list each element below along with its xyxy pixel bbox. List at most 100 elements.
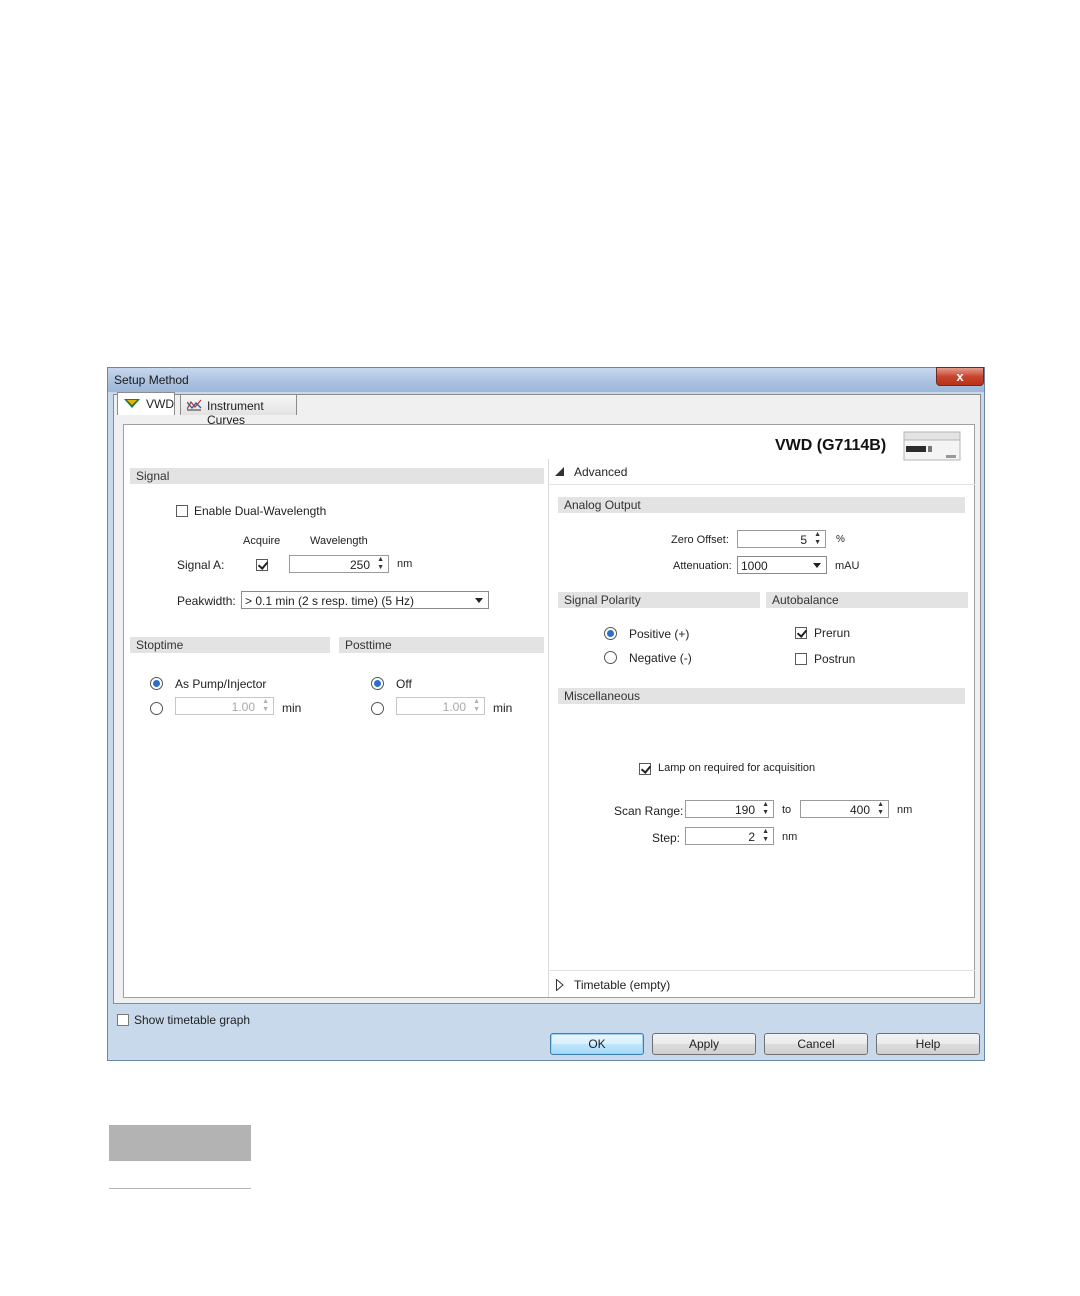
- peakwidth-select[interactable]: > 0.1 min (2 s resp. time) (5 Hz): [241, 591, 489, 609]
- lamp-required-checkbox[interactable]: [639, 763, 651, 775]
- close-button[interactable]: x: [936, 367, 984, 386]
- peakwidth-label: Peakwidth:: [177, 594, 236, 608]
- stoptime-header: Stoptime: [130, 637, 330, 653]
- prerun-label: Prerun: [814, 626, 851, 640]
- scan-range-to-value: 400: [849, 803, 870, 817]
- vwd-module-icon: [124, 399, 140, 408]
- stoptime-as-pump-radio[interactable]: [150, 677, 163, 690]
- tab-instrument-curves-label: Instrument Curves: [207, 399, 264, 427]
- tab-vwd-label: VWD: [146, 397, 174, 411]
- analog-output-header-label: Analog Output: [564, 498, 641, 512]
- autobalance-header-label: Autobalance: [772, 593, 839, 607]
- stoptime-unit: min: [282, 701, 302, 715]
- spin-arrows-icon[interactable]: ▲ ▼: [877, 801, 884, 817]
- vwd-panel: VWD (G7114B) Signal Enable Dual-Waveleng…: [123, 424, 975, 998]
- postrun-label: Postrun: [814, 652, 856, 666]
- attenuation-label: Attenuation:: [673, 560, 732, 572]
- scan-range-to-input[interactable]: 400 ▲ ▼: [800, 800, 889, 818]
- stoptime-custom-radio[interactable]: [150, 702, 163, 715]
- tab-vwd[interactable]: VWD: [117, 392, 175, 415]
- signal-a-label: Signal A:: [177, 558, 225, 572]
- acquire-header: Acquire: [243, 535, 281, 547]
- spin-arrows-icon[interactable]: ▲ ▼: [814, 531, 821, 547]
- instrument-curves-icon: [187, 399, 202, 411]
- tab-instrument-curves[interactable]: Instrument Curves: [180, 394, 297, 427]
- attenuation-unit: mAU: [835, 560, 860, 572]
- attenuation-value: 1000: [741, 559, 768, 573]
- scan-range-from-input[interactable]: 190 ▲ ▼: [685, 800, 774, 818]
- help-button[interactable]: Help: [876, 1033, 980, 1055]
- zero-offset-input[interactable]: 5 ▲ ▼: [737, 530, 826, 548]
- cancel-button[interactable]: Cancel: [764, 1033, 868, 1055]
- lamp-required-label: Lamp on required for acquisition: [658, 762, 816, 774]
- polarity-negative-radio[interactable]: [604, 651, 617, 664]
- posttime-header-label: Posttime: [345, 638, 392, 652]
- miscellaneous-header: Miscellaneous: [558, 688, 965, 704]
- spin-arrows-icon[interactable]: ▲ ▼: [473, 698, 480, 714]
- signal-polarity-header-label: Signal Polarity: [564, 593, 641, 607]
- stoptime-header-label: Stoptime: [136, 638, 184, 652]
- scan-range-from-value: 190: [734, 803, 755, 817]
- spin-arrows-icon[interactable]: ▲ ▼: [762, 828, 769, 844]
- apply-button[interactable]: Apply: [652, 1033, 756, 1055]
- stoptime-as-pump-label: As Pump/Injector: [175, 677, 267, 691]
- scan-range-label: Scan Range:: [614, 804, 684, 818]
- show-timetable-graph-label: Show timetable graph: [134, 1013, 251, 1027]
- signal-polarity-header: Signal Polarity: [558, 592, 760, 608]
- zero-offset-unit: %: [836, 534, 845, 545]
- triangle-expanded-icon: [555, 467, 564, 476]
- spin-arrows-icon[interactable]: ▲ ▼: [762, 801, 769, 817]
- show-timetable-graph-checkbox[interactable]: [117, 1014, 129, 1026]
- stoptime-value-input[interactable]: 1.00 ▲ ▼: [175, 697, 274, 715]
- spin-arrows-icon[interactable]: ▲ ▼: [262, 698, 269, 714]
- step-unit: nm: [782, 831, 798, 843]
- zero-offset-label: Zero Offset:: [671, 534, 729, 546]
- postrun-checkbox[interactable]: [795, 653, 807, 665]
- attenuation-select[interactable]: 1000: [737, 556, 827, 574]
- miscellaneous-header-label: Miscellaneous: [564, 689, 641, 703]
- setup-method-window: Setup Method x VWD Instrument Curves VWD…: [107, 367, 985, 1061]
- title-bar[interactable]: Setup Method x: [108, 367, 984, 392]
- posttime-header: Posttime: [339, 637, 544, 653]
- polarity-negative-label: Negative (-): [629, 651, 692, 665]
- step-input[interactable]: 2 ▲ ▼: [685, 827, 774, 845]
- posttime-off-radio[interactable]: [371, 677, 384, 690]
- triangle-collapsed-icon: [556, 979, 564, 991]
- posttime-custom-radio[interactable]: [371, 702, 384, 715]
- autobalance-header: Autobalance: [766, 592, 968, 608]
- wavelength-header: Wavelength: [310, 535, 368, 547]
- signal-a-acquire-checkbox[interactable]: [256, 559, 268, 571]
- stoptime-value: 1.00: [231, 700, 255, 714]
- window-title: Setup Method: [114, 373, 189, 387]
- scan-range-to-label: to: [782, 804, 792, 816]
- wavelength-unit: nm: [397, 558, 413, 570]
- prerun-checkbox[interactable]: [795, 627, 807, 639]
- spin-arrows-icon[interactable]: ▲ ▼: [377, 556, 384, 572]
- module-title: VWD (G7114B): [775, 437, 887, 454]
- signal-header: Signal: [130, 468, 544, 484]
- scan-range-unit: nm: [897, 804, 913, 816]
- peakwidth-value: > 0.1 min (2 s resp. time) (5 Hz): [245, 594, 415, 608]
- gray-block: [109, 1125, 251, 1161]
- step-label: Step:: [652, 831, 681, 845]
- enable-dual-wavelength-checkbox[interactable]: [176, 505, 188, 517]
- posttime-off-label: Off: [396, 677, 412, 691]
- chevron-down-icon: [813, 563, 821, 568]
- enable-dual-wavelength-label: Enable Dual-Wavelength: [194, 504, 327, 518]
- advanced-label: Advanced: [574, 465, 628, 479]
- timetable-label: Timetable (empty): [574, 978, 671, 992]
- posttime-value-input[interactable]: 1.00 ▲ ▼: [396, 697, 485, 715]
- ok-button[interactable]: OK: [550, 1033, 644, 1055]
- chevron-down-icon: [475, 598, 483, 603]
- signal-a-wavelength-input[interactable]: 250 ▲ ▼: [289, 555, 389, 573]
- advanced-toggle[interactable]: Advanced: [548, 459, 975, 485]
- close-icon: x: [956, 369, 964, 384]
- client-area: VWD Instrument Curves VWD (G7114B) Signa…: [113, 392, 981, 1004]
- divider-line: [109, 1188, 251, 1189]
- step-value: 2: [748, 830, 755, 844]
- timetable-toggle[interactable]: Timetable (empty): [548, 970, 975, 998]
- analog-output-header: Analog Output: [558, 497, 965, 513]
- posttime-unit: min: [493, 701, 513, 715]
- polarity-positive-radio[interactable]: [604, 627, 617, 640]
- polarity-positive-label: Positive (+): [629, 627, 690, 641]
